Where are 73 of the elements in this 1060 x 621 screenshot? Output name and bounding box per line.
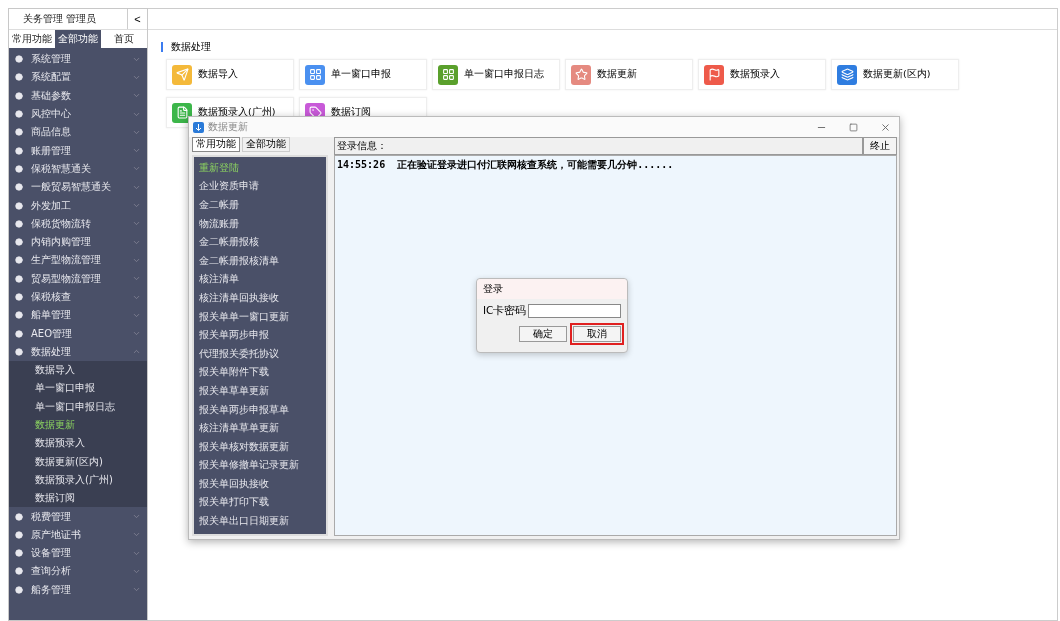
menu-item[interactable]: 保税智慧通关 — [9, 159, 147, 179]
sidebar-tab[interactable]: 全部功能 — [55, 30, 101, 48]
submenu-item[interactable]: 数据预录入 — [9, 434, 147, 453]
function-item[interactable]: 报关单回执接收 — [194, 475, 326, 494]
dialog-title: 登录 — [477, 279, 627, 299]
menu-item[interactable]: 风控中心 — [9, 104, 147, 124]
function-item[interactable]: 报关单两步申报 — [194, 326, 326, 345]
function-item[interactable]: 企业资质申请 — [194, 177, 326, 197]
menu-item[interactable]: 保税核查 — [9, 287, 147, 307]
menu-item[interactable]: 数据处理 — [9, 342, 147, 362]
function-item[interactable]: 报关单核对数据更新 — [194, 437, 326, 457]
menu-item[interactable]: 内销内购管理 — [9, 232, 147, 252]
section-title: 数据处理 — [161, 42, 211, 52]
function-tile[interactable]: 数据更新(区内) — [831, 59, 959, 90]
menu-item[interactable]: 原产地证书 — [9, 525, 147, 544]
function-item[interactable]: 核注清单 — [194, 270, 326, 290]
function-item[interactable]: 报关单修撤单记录更新 — [194, 456, 326, 476]
function-item[interactable]: 报关单附件下载 — [194, 363, 326, 383]
submenu-item[interactable]: 数据订阅 — [9, 489, 147, 508]
log-line: 14:55:26 正在验证登录进口付汇联网核查系统，可能需要几分钟...... — [337, 158, 675, 172]
function-item[interactable]: 金二帐册报核清单 — [194, 251, 326, 271]
function-item[interactable]: 金二帐册报核 — [194, 233, 326, 252]
function-tile[interactable]: 单一窗口申报 — [299, 59, 427, 90]
menu-item[interactable]: 税费管理 — [9, 507, 147, 526]
function-item[interactable]: 报关单出口日期更新 — [194, 512, 326, 531]
ok-button[interactable]: 确定 — [519, 326, 567, 342]
menu-item[interactable]: 商品信息 — [9, 123, 147, 142]
submenu-item[interactable]: 数据预录入(广州) — [9, 470, 147, 490]
submenu-item[interactable]: 数据导入 — [9, 361, 147, 380]
menu-item[interactable]: 系统配置 — [9, 68, 147, 87]
menu-item[interactable]: 查询分析 — [9, 562, 147, 581]
password-field[interactable] — [528, 304, 621, 318]
menu-item[interactable]: 船务管理 — [9, 580, 147, 599]
submenu-item[interactable]: 数据更新 — [9, 415, 147, 435]
function-item[interactable]: 报关单单一窗口更新 — [194, 307, 326, 327]
menu-item[interactable]: 基础参数 — [9, 86, 147, 105]
close-icon — [879, 121, 891, 133]
function-item[interactable]: 核注清单草单更新 — [194, 419, 326, 438]
field-label: IC卡密码 — [483, 304, 527, 318]
function-tile[interactable]: 数据导入 — [166, 59, 294, 90]
menu-item[interactable]: 系统管理 — [9, 50, 147, 69]
app-icon — [193, 121, 204, 133]
function-item[interactable]: 报关单两步申报草单 — [194, 400, 326, 420]
function-item[interactable]: 物流账册 — [194, 214, 326, 234]
menu-item[interactable]: 船单管理 — [9, 306, 147, 325]
menu-icon — [15, 293, 23, 301]
app-title: 关务管理 管理员 — [22, 12, 98, 26]
function-tile[interactable]: 数据更新 — [565, 59, 693, 90]
function-item[interactable]: 核注清单回执接收 — [194, 289, 326, 308]
function-item[interactable]: 代理报关委托协议 — [194, 344, 326, 364]
function-tile[interactable]: 单一窗口申报日志 — [432, 59, 560, 90]
menu-item[interactable]: 设备管理 — [9, 544, 147, 563]
function-tile[interactable]: 数据预录入 — [698, 59, 826, 90]
menu-item[interactable]: 保税货物流转 — [9, 214, 147, 233]
submenu-item[interactable]: 单一窗口申报日志 — [9, 397, 147, 416]
function-item[interactable]: 重新登陆 — [194, 159, 326, 178]
window-tab[interactable]: 常用功能 — [192, 137, 240, 152]
menu-item[interactable]: 账册管理 — [9, 141, 147, 160]
menu-item[interactable]: AEO管理 — [9, 324, 147, 343]
menu-item[interactable]: 贸易型物流管理 — [9, 269, 147, 288]
menu-item[interactable]: 外发加工 — [9, 196, 147, 215]
cancel-button[interactable]: 取消 — [573, 326, 621, 342]
function-item[interactable]: 报关单打印下载 — [194, 493, 326, 513]
menu-item[interactable]: 生产型物流管理 — [9, 251, 147, 270]
menu-item[interactable]: 一般贸易智慧通关 — [9, 178, 147, 197]
submenu-item[interactable]: 数据更新(区内) — [9, 452, 147, 471]
log-header: 登录信息： — [334, 137, 863, 155]
window-tab[interactable]: 全部功能 — [242, 137, 290, 152]
stop-button[interactable]: 终止 — [863, 137, 897, 155]
function-item[interactable]: 金二帐册 — [194, 196, 326, 215]
submenu-item[interactable]: 单一窗口申报 — [9, 379, 147, 398]
function-item[interactable]: 报关单草单更新 — [194, 382, 326, 401]
maximize-icon — [848, 122, 858, 132]
